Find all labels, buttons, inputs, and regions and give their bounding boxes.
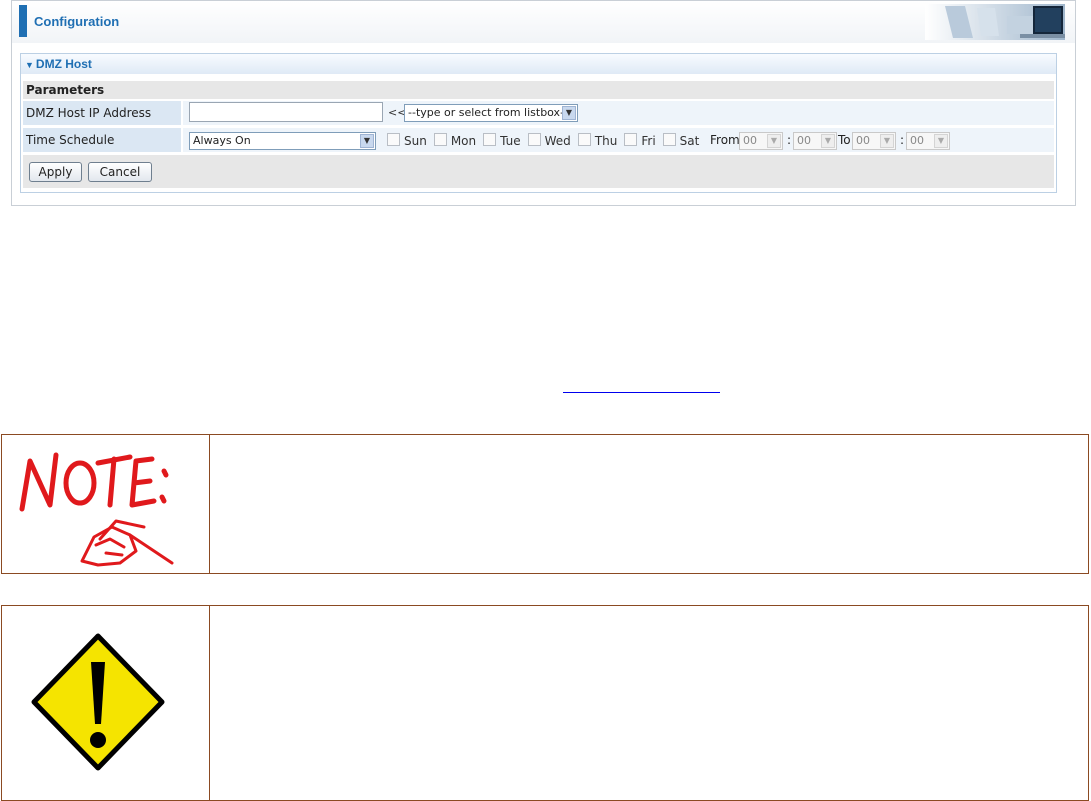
parameters-header: Parameters <box>23 81 1054 99</box>
warning-divider <box>209 606 210 800</box>
router-config-screenshot: Configuration ▼ DMZ Host Parameters DMZ H… <box>11 0 1076 206</box>
day-wed-label: Wed <box>544 134 571 148</box>
dmz-ip-input[interactable] <box>189 102 383 122</box>
from-hour-value: 00 <box>743 134 757 147</box>
dmz-ip-row: DMZ Host IP Address << --type or select … <box>23 101 1054 125</box>
ip-listbox-value: --type or select from listbox-- <box>408 106 569 119</box>
time-schedule-select[interactable]: Always On ▼ <box>189 132 376 150</box>
day-sat[interactable]: Sat <box>662 133 700 148</box>
from-min-value: 00 <box>797 134 811 147</box>
checkbox-tue[interactable] <box>483 133 497 146</box>
dmz-host-panel: ▼ DMZ Host Parameters DMZ Host IP Address… <box>20 53 1057 193</box>
day-thu-label: Thu <box>594 134 618 148</box>
checkbox-thu[interactable] <box>577 133 591 146</box>
to-hour-value: 00 <box>856 134 870 147</box>
day-fri-label: Fri <box>641 134 656 148</box>
page-title: Configuration <box>34 14 120 29</box>
day-checkboxes: Sun Mon Tue Wed Thu Fri Sat <box>387 133 706 148</box>
chevron-down-icon: ▼ <box>934 134 948 148</box>
checkbox-wed[interactable] <box>527 133 541 146</box>
ip-listbox-select[interactable]: --type or select from listbox-- ▼ <box>404 104 578 122</box>
to-label: To <box>838 133 851 147</box>
warning-box <box>1 605 1089 801</box>
from-min-select[interactable]: 00 ▼ <box>793 132 837 150</box>
config-top-bar: Configuration <box>12 1 1075 43</box>
office-scene-icon <box>925 4 1065 40</box>
dmz-host-section-title: DMZ Host <box>35 57 92 71</box>
chevron-down-icon: ▼ <box>562 106 576 120</box>
apply-button[interactable]: Apply <box>29 162 82 182</box>
collapse-triangle-icon: ▼ <box>25 60 34 70</box>
chevron-down-icon: ▼ <box>360 134 374 148</box>
accent-bar <box>19 5 27 37</box>
checkbox-fri[interactable] <box>624 133 638 146</box>
time-schedule-label: Time Schedule <box>23 128 181 152</box>
day-tue[interactable]: Tue <box>483 133 521 148</box>
day-mon-label: Mon <box>450 134 477 148</box>
time-schedule-value: Always On <box>193 134 251 147</box>
to-min-value: 00 <box>910 134 924 147</box>
button-row: Apply Cancel <box>23 155 1054 188</box>
time-schedule-value-cell: Always On ▼ Sun Mon Tue Wed Thu Fri Sat From 0… <box>183 128 1054 152</box>
chevron-down-icon: ▼ <box>880 134 894 148</box>
chevron-down-icon: ▼ <box>767 134 781 148</box>
day-sun-label: Sun <box>404 134 427 148</box>
dmz-ip-value-cell: << --type or select from listbox-- ▼ <box>183 101 1054 125</box>
checkbox-sat[interactable] <box>662 133 676 146</box>
to-colon: : <box>900 133 905 147</box>
from-hour-select[interactable]: 00 ▼ <box>739 132 783 150</box>
warning-icon <box>31 633 165 771</box>
checkbox-sun[interactable] <box>387 133 400 146</box>
from-colon: : <box>787 133 792 147</box>
day-thu[interactable]: Thu <box>577 133 618 148</box>
dmz-host-section-header[interactable]: ▼ DMZ Host <box>21 54 1056 74</box>
from-label: From <box>710 133 740 147</box>
day-fri[interactable]: Fri <box>624 133 656 148</box>
chevron-down-icon: ▼ <box>821 134 835 148</box>
note-divider <box>209 435 210 573</box>
day-wed[interactable]: Wed <box>527 133 571 148</box>
day-sun[interactable]: Sun <box>387 133 427 148</box>
time-schedule-row: Time Schedule Always On ▼ Sun Mon Tue Wed Th… <box>23 128 1054 152</box>
day-sat-label: Sat <box>679 134 700 148</box>
note-icon <box>19 452 174 567</box>
dmz-ip-label: DMZ Host IP Address <box>23 101 181 125</box>
to-hour-select[interactable]: 00 ▼ <box>852 132 896 150</box>
day-tue-label: Tue <box>500 134 521 148</box>
hyperlink-underline[interactable] <box>563 392 720 393</box>
cancel-button[interactable]: Cancel <box>88 162 152 182</box>
note-box <box>1 434 1089 574</box>
to-min-select[interactable]: 00 ▼ <box>906 132 950 150</box>
checkbox-mon[interactable] <box>433 133 447 146</box>
day-mon[interactable]: Mon <box>433 133 477 148</box>
